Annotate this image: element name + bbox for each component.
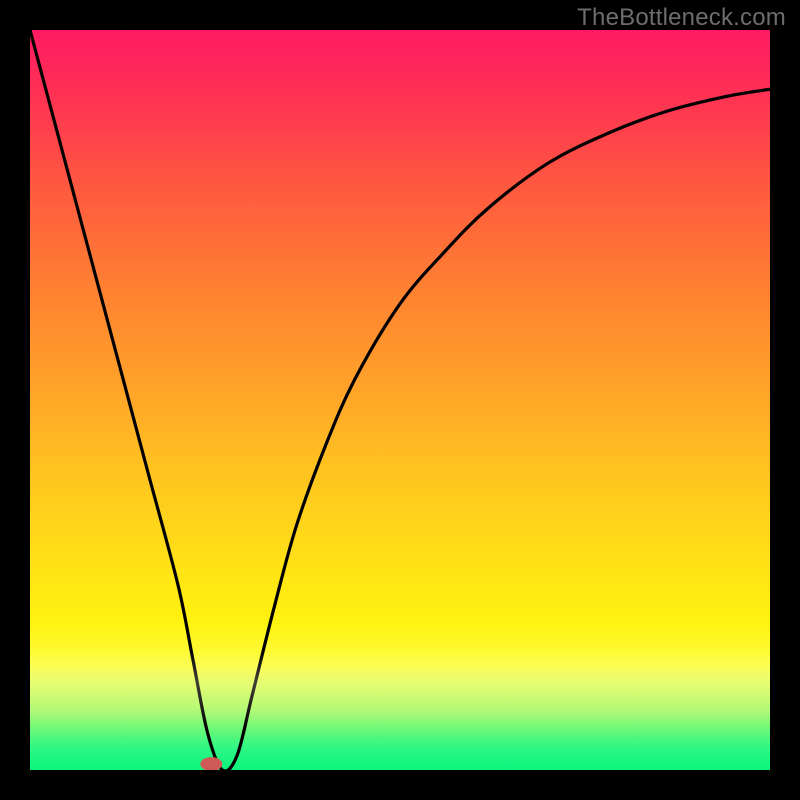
bottleneck-curve bbox=[30, 30, 770, 770]
attribution-label: TheBottleneck.com bbox=[577, 4, 786, 32]
plot-area bbox=[30, 30, 770, 770]
curve-path bbox=[30, 30, 770, 770]
chart-frame: TheBottleneck.com bbox=[0, 0, 800, 800]
minimum-marker bbox=[200, 757, 222, 770]
